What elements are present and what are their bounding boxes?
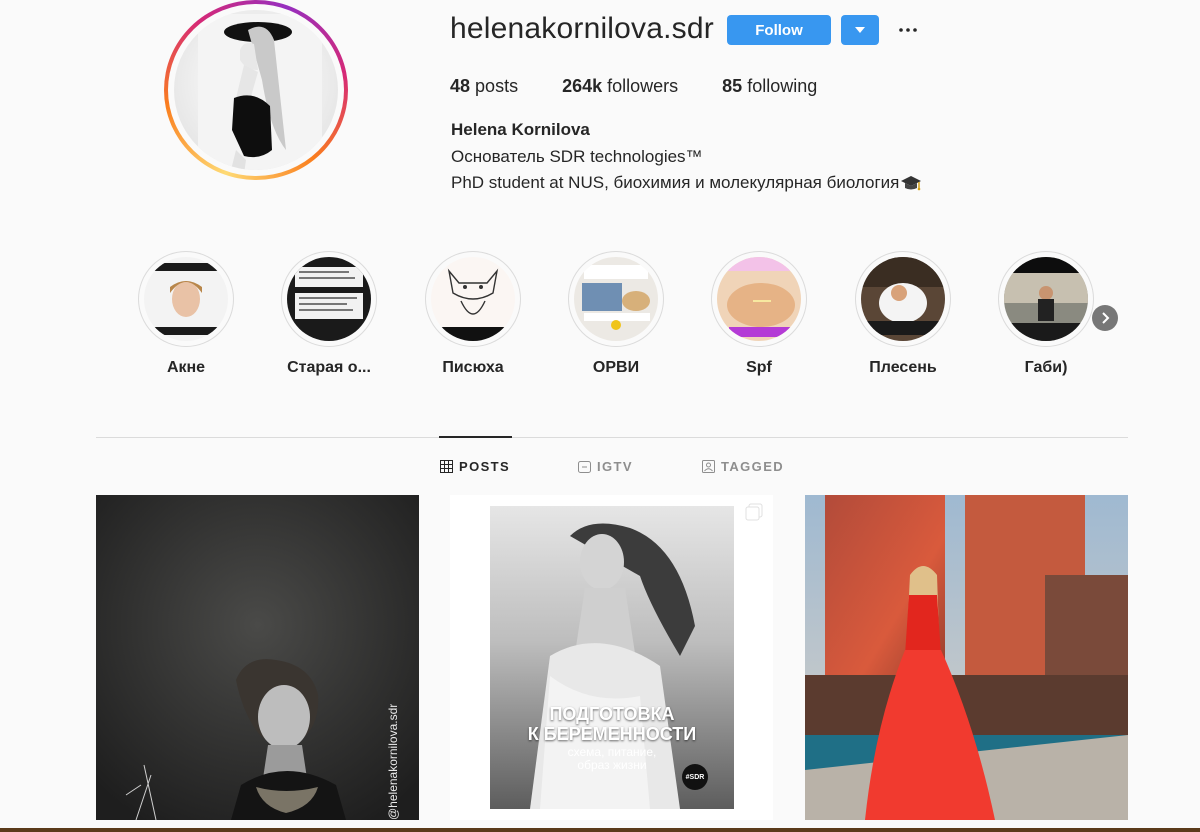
profile-username: helenakornilova.sdr [450,12,714,45]
avatar-photo [174,10,338,170]
following-count: 85 [722,76,743,96]
tab-igtv-label: IGTV [597,459,633,474]
avatar-figure [198,14,322,170]
tagged-icon [702,460,715,473]
post-image [96,495,419,820]
window-bottom-edge [0,828,1200,832]
post-tile[interactable]: @helenakornilova.sdr [96,495,419,820]
bio-line-2-container: PhD student at NUS, биохимия и молекуляр… [451,173,923,193]
suggested-accounts-button[interactable] [841,15,879,45]
highlight-label: Spf [746,359,772,376]
highlight-cover-image [861,257,945,341]
profile-avatar[interactable] [164,0,348,180]
bio-line-1: Основатель SDR technologies™ [451,147,703,166]
highlight-label: Габи) [1024,359,1068,376]
highlights-next-button[interactable] [1092,305,1118,331]
active-tab-indicator [439,436,512,438]
post-image [805,495,1128,820]
highlight-cover-image [287,257,371,341]
highlight-item[interactable]: ОРВИ [556,251,676,377]
tab-igtv[interactable]: IGTV [578,459,633,474]
highlight-cover [287,257,371,341]
highlight-item[interactable]: Акне [126,251,246,377]
highlight-cover-image [144,257,228,341]
post-tile[interactable] [805,495,1128,820]
post-title: ПОДГОТОВКА К БЕРЕМЕННОСТИ [490,704,734,744]
highlight-label: Плесень [869,359,937,376]
post-title-line-1: ПОДГОТОВКА [549,704,675,724]
tab-posts[interactable]: POSTS [440,459,510,474]
highlight-item[interactable]: Плесень [843,251,963,377]
highlight-item[interactable]: Spf [699,251,819,377]
sdr-badge: #SDR [682,764,708,790]
profile-stats: 48 posts 264k followers 85 following [450,76,861,97]
following-stat[interactable]: 85 following [722,76,817,97]
post-image: ПОДГОТОВКА К БЕРЕМЕННОСТИ схема, питание… [490,506,734,809]
options-button[interactable] [893,15,923,45]
highlight-cover-image [717,257,801,341]
followers-count: 264k [562,76,603,96]
grid-icon [440,460,453,473]
highlight-item[interactable]: Старая о... [269,251,389,377]
highlight-cover [717,257,801,341]
followers-stat[interactable]: 264k followers [562,76,678,97]
highlight-label: Акне [166,359,206,376]
tabs-divider [96,437,1128,438]
tab-posts-label: POSTS [459,459,511,474]
followers-label: followers [607,76,679,96]
graduation-cap-icon [901,176,922,191]
highlight-cover [1004,257,1088,341]
bio-line-2: PhD student at NUS, биохимия и молекуляр… [451,173,900,192]
highlight-cover [861,257,945,341]
profile-full-name: Helena Kornilova [451,120,590,139]
highlight-label: Старая о... [287,359,371,376]
highlight-label: Писюха [442,359,504,376]
posts-label: posts [475,76,519,96]
highlight-item[interactable]: Писюха [413,251,533,377]
post-watermark: @helenakornilova.sdr [386,703,400,820]
highlight-cover [144,257,228,341]
carousel-icon [745,503,763,521]
highlight-cover-image [1004,257,1088,341]
highlight-label: ОРВИ [592,359,640,376]
highlight-cover [574,257,658,341]
post-tile[interactable]: ПОДГОТОВКА К БЕРЕМЕННОСТИ схема, питание… [450,495,773,820]
highlight-cover-image [574,257,658,341]
chevron-right-icon [1102,312,1110,324]
highlight-cover-image [431,257,515,341]
posts-stat: 48 posts [450,76,518,97]
follow-button[interactable]: Follow [727,15,831,45]
posts-count: 48 [450,76,471,96]
post-title-line-2: К БЕРЕМЕННОСТИ [527,724,697,744]
tab-tagged-label: TAGGED [721,459,785,474]
following-label: following [747,76,818,96]
tab-tagged[interactable]: TAGGED [702,459,784,474]
more-options-icon [899,28,917,32]
igtv-icon [578,461,591,473]
caret-down-icon [855,27,865,33]
highlight-item[interactable]: Габи) [986,251,1106,377]
highlight-cover [431,257,515,341]
